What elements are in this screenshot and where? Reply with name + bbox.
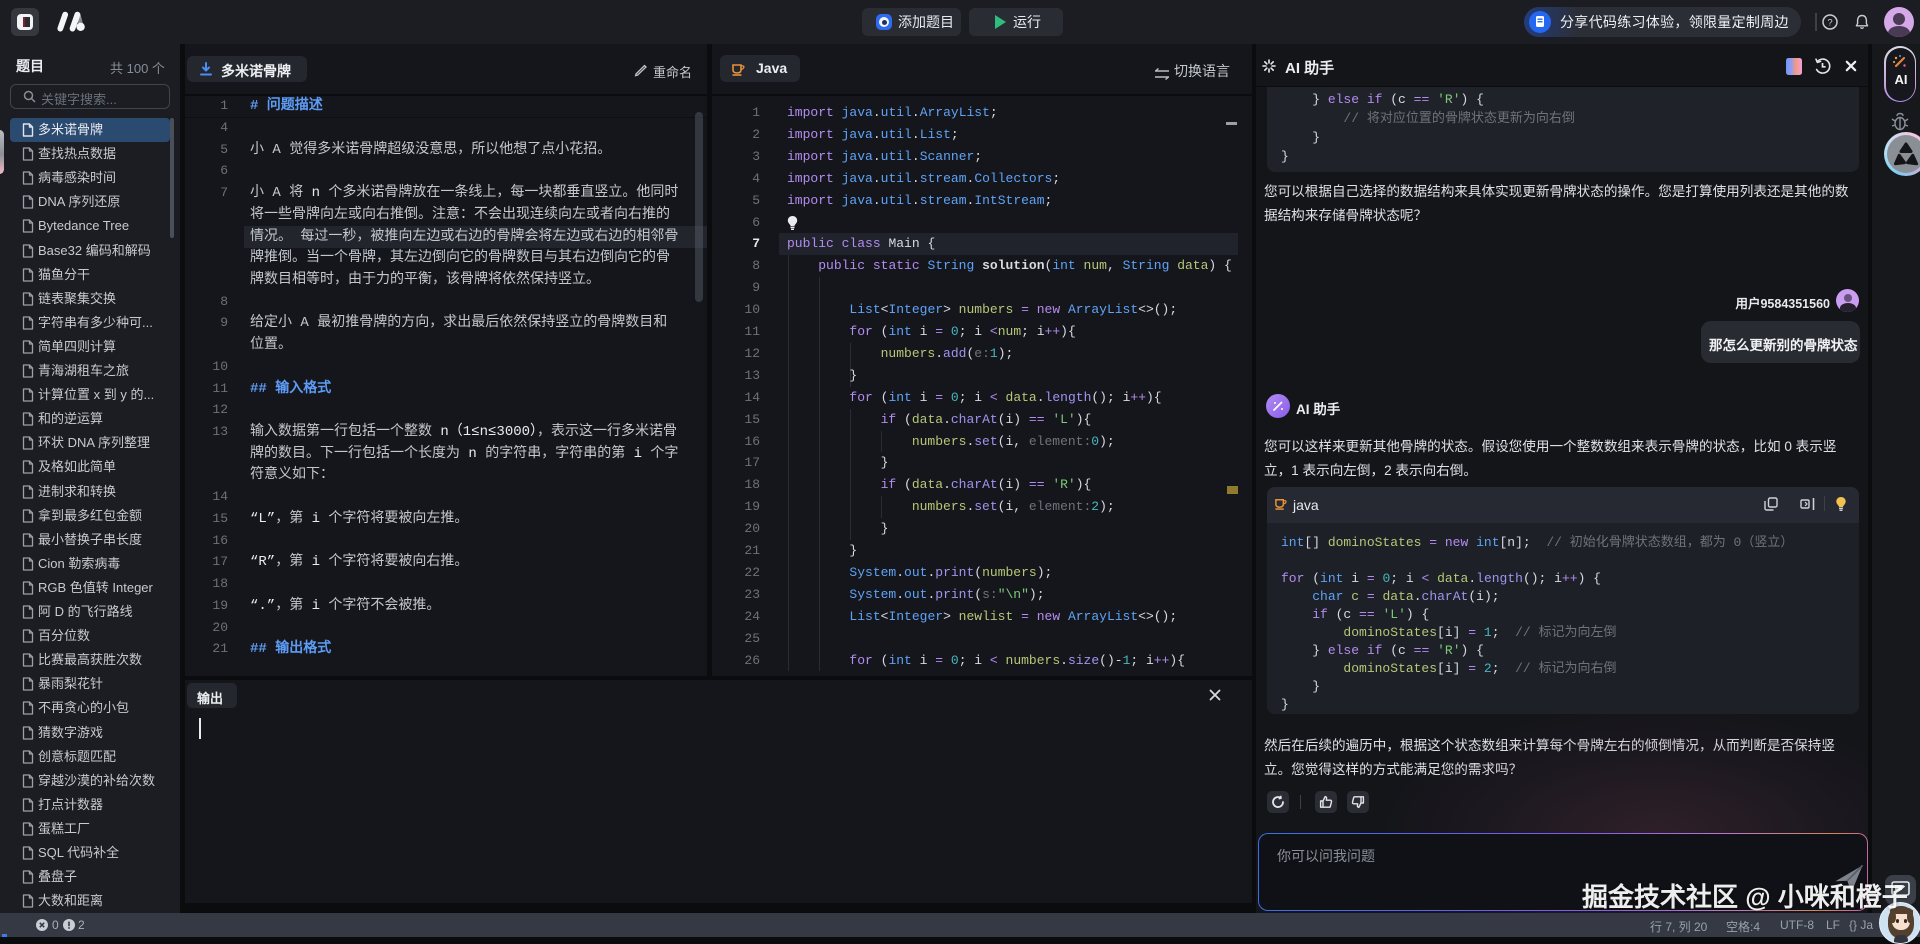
svg-text:?: ? [1827, 17, 1832, 28]
